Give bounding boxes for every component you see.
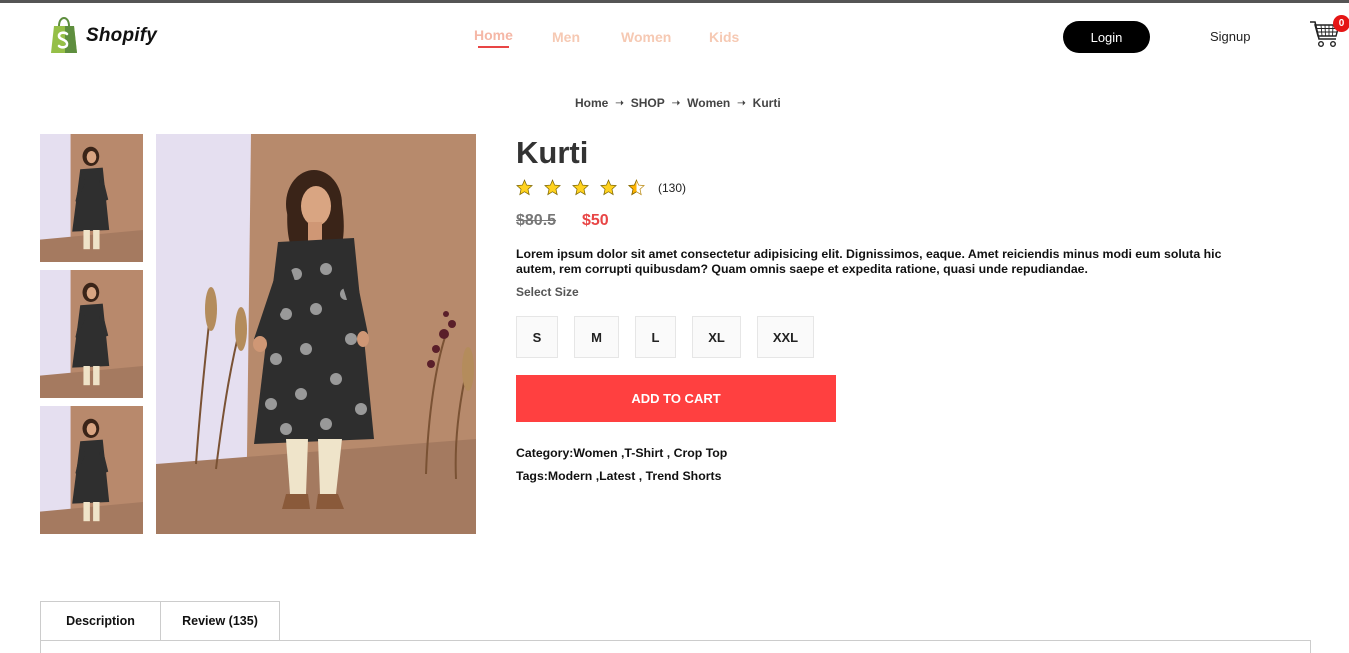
size-option-xl[interactable]: XL <box>692 316 741 358</box>
tab-description[interactable]: Description <box>40 601 161 641</box>
product-thumbnail[interactable] <box>40 270 143 398</box>
size-option-xxl[interactable]: XXL <box>757 316 814 358</box>
star-full-icon <box>544 179 561 196</box>
arrow-right-icon: ➝ <box>737 97 746 109</box>
arrow-right-icon: ➝ <box>615 97 624 109</box>
tab-review[interactable]: Review (135) <box>160 601 280 641</box>
size-option-s[interactable]: S <box>516 316 558 358</box>
product-tags: Tags:Modern ,Latest , Trend Shorts <box>516 469 722 483</box>
size-option-m[interactable]: M <box>574 316 619 358</box>
star-full-icon <box>600 179 617 196</box>
tab-content-panel <box>40 640 1311 653</box>
breadcrumb-item-women[interactable]: Women <box>687 96 730 110</box>
product-description: Lorem ipsum dolor sit amet consectetur a… <box>516 247 1222 276</box>
product-rating: (130) <box>516 179 686 196</box>
breadcrumb-item-home[interactable]: Home <box>575 96 608 110</box>
star-full-icon <box>516 179 533 196</box>
nav-item-home[interactable]: Home <box>474 27 513 43</box>
product-thumbnail[interactable] <box>40 134 143 262</box>
sale-price: $50 <box>582 212 609 229</box>
star-half-icon <box>628 179 645 196</box>
star-full-icon <box>572 179 589 196</box>
product-category: Category:Women ,T-Shirt , Crop Top <box>516 446 728 460</box>
shopify-bag-icon <box>48 16 80 55</box>
product-title: Kurti <box>516 135 589 170</box>
breadcrumb-item-shop[interactable]: SHOP <box>631 96 665 110</box>
product-main-image <box>156 134 476 534</box>
brand-name: Shopify <box>86 25 158 46</box>
add-to-cart-button[interactable]: ADD TO CART <box>516 375 836 422</box>
product-thumbnail[interactable] <box>40 406 143 534</box>
rating-count: (130) <box>658 180 687 195</box>
nav-item-women[interactable]: Women <box>621 29 671 45</box>
brand-logo[interactable]: Shopify <box>48 16 158 55</box>
cart-count-badge: 0 <box>1333 15 1349 32</box>
size-option-l[interactable]: L <box>635 316 676 358</box>
nav-active-underline <box>478 46 509 48</box>
breadcrumb: Home ➝ SHOP ➝ Women ➝ Kurti <box>575 96 781 110</box>
arrow-right-icon: ➝ <box>671 97 681 109</box>
nav-item-kids[interactable]: Kids <box>709 29 739 45</box>
nav-item-men[interactable]: Men <box>552 29 580 45</box>
size-label: Select Size <box>516 285 579 299</box>
signup-link[interactable]: Signup <box>1210 29 1250 44</box>
login-button[interactable]: Login <box>1063 21 1150 53</box>
old-price: $80.5 <box>516 212 557 229</box>
breadcrumb-item-current: Kurti <box>752 96 781 110</box>
top-border <box>0 0 1349 3</box>
